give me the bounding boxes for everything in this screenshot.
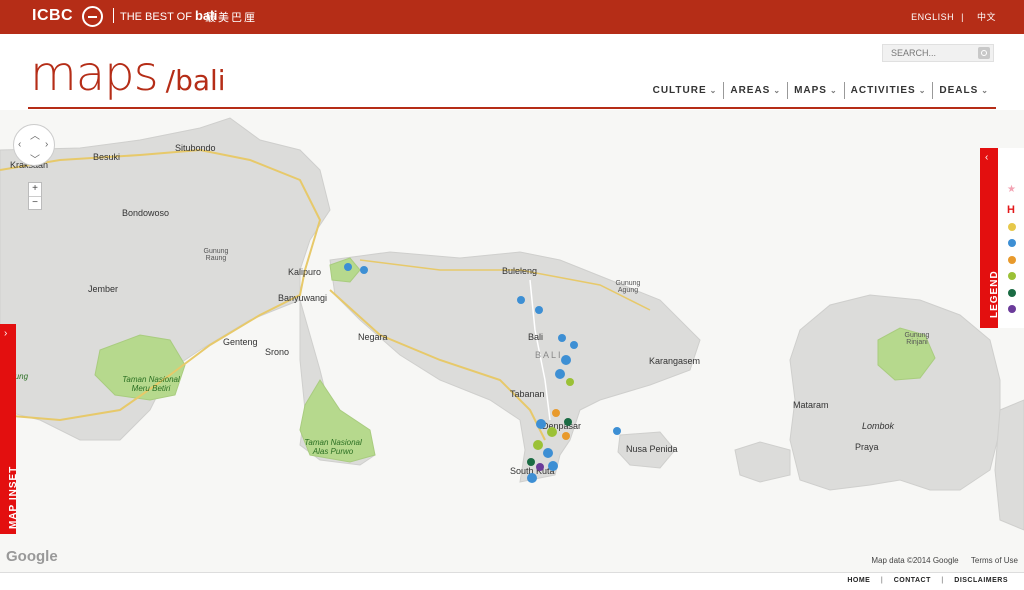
zoom-control: + − xyxy=(28,182,42,210)
poi-marker xyxy=(566,378,574,386)
poi-marker xyxy=(344,263,352,271)
pan-down-icon[interactable]: ﹀ xyxy=(30,151,40,166)
footer-disclaimers-link[interactable]: DISCLAIMERS xyxy=(954,577,1008,584)
poi-marker xyxy=(543,448,553,458)
star-icon: ★ xyxy=(1007,184,1016,195)
pan-right-icon[interactable]: › xyxy=(45,139,48,150)
main-nav: CULTURE ⌄ AREAS ⌄ MAPS ⌄ ACTIVITIES ⌄ DEALS ⌄ xyxy=(647,82,995,99)
poi-marker xyxy=(562,432,570,440)
map-inset-label: MAP INSET xyxy=(8,465,19,529)
legend-dot xyxy=(1008,239,1016,247)
top-bar: ICBC THE BEST OF bali 最美巴厘 ENGLISH | 中文 xyxy=(0,0,1024,34)
site-footer: HOME | CONTACT | DISCLAIMERS xyxy=(0,572,1024,590)
terms-link[interactable]: Terms of Use xyxy=(971,556,1018,565)
chevron-right-icon: › xyxy=(4,328,8,339)
nav-culture[interactable]: CULTURE ⌄ xyxy=(647,82,725,99)
language-switcher: ENGLISH | 中文 xyxy=(905,10,996,23)
chevron-left-icon: ‹ xyxy=(985,152,989,163)
pan-left-icon[interactable]: ‹ xyxy=(18,139,21,150)
search-placeholder: SEARCH... xyxy=(891,48,937,58)
site-header: maps/bali SEARCH... CULTURE ⌄ AREAS ⌄ MAPS… xyxy=(0,34,1024,110)
pan-up-icon[interactable]: ︿ xyxy=(30,127,40,142)
poi-marker xyxy=(527,458,535,466)
legend-dot xyxy=(1008,305,1016,313)
nav-areas[interactable]: AREAS ⌄ xyxy=(724,82,789,99)
poi-marker xyxy=(527,473,537,483)
tagline-text: THE BEST OF xyxy=(120,11,192,23)
tagline-chinese: 最美巴厘 xyxy=(205,12,257,24)
map-attribution: Map data ©2014 Google Terms of Use xyxy=(861,556,1018,565)
footer-home-link[interactable]: HOME xyxy=(847,577,870,584)
poi-marker xyxy=(517,296,525,304)
poi-marker xyxy=(547,427,557,437)
chevron-down-icon: ⌄ xyxy=(918,86,927,95)
chevron-down-icon: ⌄ xyxy=(773,86,782,95)
nav-areas-label: AREAS xyxy=(730,85,771,96)
poi-markers xyxy=(344,263,621,483)
nav-maps[interactable]: MAPS ⌄ xyxy=(788,82,845,99)
nav-deals-label: DEALS xyxy=(939,85,979,96)
zoom-in-button[interactable]: + xyxy=(29,183,41,196)
nav-deals[interactable]: DEALS ⌄ xyxy=(933,82,995,99)
lang-chinese-link[interactable]: 中文 xyxy=(977,12,996,22)
legend-dot xyxy=(1008,272,1016,280)
map-canvas[interactable]: Kraksaan Besuki Situbondo Bondowoso Jemb… xyxy=(0,110,1024,572)
poi-marker xyxy=(555,369,565,379)
lang-english-link[interactable]: ENGLISH xyxy=(911,12,954,22)
nav-activities[interactable]: ACTIVITIES ⌄ xyxy=(845,82,934,99)
lang-separator: | xyxy=(961,12,964,22)
poi-marker xyxy=(360,266,368,274)
icbc-logo[interactable]: ICBC xyxy=(32,7,73,25)
poi-marker xyxy=(548,461,558,471)
hotel-icon: H xyxy=(1007,204,1015,216)
footer-links: HOME | CONTACT | DISCLAIMERS xyxy=(839,577,1008,584)
chevron-down-icon: ⌄ xyxy=(829,86,838,95)
poi-marker xyxy=(533,440,543,450)
footer-contact-link[interactable]: CONTACT xyxy=(894,577,931,584)
legend-dot xyxy=(1008,223,1016,231)
nav-culture-label: CULTURE xyxy=(652,85,707,96)
map-data-text: Map data ©2014 Google xyxy=(871,556,959,565)
poi-marker xyxy=(613,427,621,435)
search-input[interactable]: SEARCH... xyxy=(882,44,994,62)
brand-bali: /bali xyxy=(165,64,226,97)
poi-marker xyxy=(535,306,543,314)
pan-control[interactable]: ︿ ﹀ ‹ › xyxy=(13,124,55,166)
poi-marker xyxy=(536,463,544,471)
tagline: THE BEST OF bali xyxy=(113,8,217,23)
zoom-out-button[interactable]: − xyxy=(29,196,41,209)
legend-dot xyxy=(1008,256,1016,264)
poi-marker xyxy=(570,341,578,349)
nav-activities-label: ACTIVITIES xyxy=(850,85,916,96)
brand-maps: maps xyxy=(30,46,159,102)
chevron-down-icon: ⌄ xyxy=(709,86,718,95)
google-logo: Google xyxy=(6,548,58,565)
poi-marker xyxy=(558,334,566,342)
footer-separator: | xyxy=(880,577,884,584)
legend-toggle[interactable]: ‹ LEGEND xyxy=(980,148,1000,328)
poi-marker xyxy=(561,355,571,365)
legend-dot xyxy=(1008,289,1016,297)
poi-marker xyxy=(536,419,546,429)
footer-separator: | xyxy=(941,577,944,584)
poi-marker xyxy=(552,409,560,417)
site-brand[interactable]: maps/bali xyxy=(30,46,226,102)
search-icon[interactable] xyxy=(978,47,990,59)
map-inset-toggle[interactable]: › MAP INSET xyxy=(0,324,19,534)
chevron-down-icon: ⌄ xyxy=(981,86,989,95)
poi-marker xyxy=(564,418,572,426)
legend-panel: ★ H xyxy=(998,148,1024,328)
header-divider xyxy=(28,107,996,109)
nav-maps-label: MAPS xyxy=(794,85,827,96)
icbc-logo-icon xyxy=(82,6,103,27)
